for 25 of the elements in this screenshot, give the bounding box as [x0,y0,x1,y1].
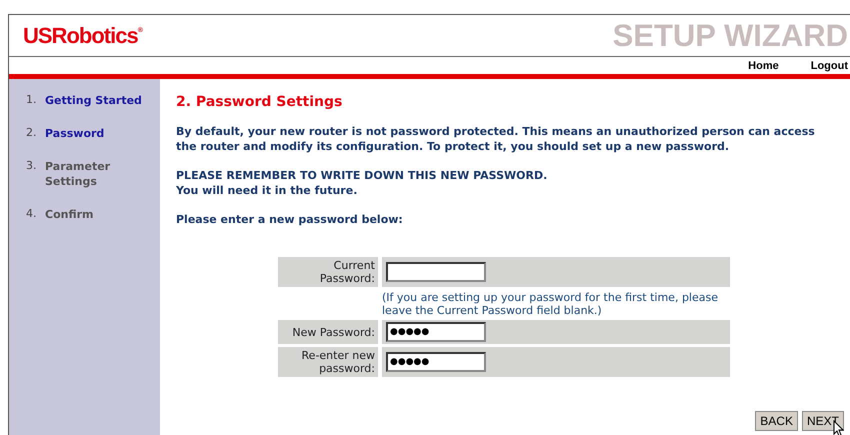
step-number: 4. [26,207,38,222]
step-link[interactable]: Getting Started [45,93,145,108]
page-title: 2. Password Settings [176,94,344,110]
reminder-text: PLEASE REMEMBER TO WRITE DOWN THIS NEW PASSWORD. [176,168,548,183]
prompt-text: Please enter a new password below: [176,212,404,227]
password-field[interactable] [386,262,486,282]
step-number: 3. [26,159,38,174]
nav-link[interactable]: Logout [810,60,848,72]
step-link: Confirm [45,207,95,222]
nav-button[interactable]: BACK [755,411,798,431]
field-label: New Password: [278,320,378,344]
intro-text: By default, your new router is not password protected. This means an unauthorized person can access the router and modify its configuration. To protect it, you should set up a new password. [176,124,816,154]
nav-link[interactable]: Home [748,60,779,72]
step-link: Parameter Settings [45,159,112,189]
field-label: Current Password: [278,257,378,287]
reminder-text: You will need it in the future. [176,183,358,198]
banner-title: SETUP WIZARD [612,18,848,54]
logo: USRobotics$^{®}$ [23,22,143,48]
step-link[interactable]: Password [45,126,145,141]
step-number: 2. [26,126,38,141]
password-field[interactable]: ●●●●● [386,322,486,342]
hint-text: (If you are setting up your password for the first time, please leave the Current Password field blank.) [382,290,719,317]
field-label: Re-enter new password: [278,347,378,377]
password-field[interactable]: ●●●●● [386,352,486,372]
step-number: 1. [26,93,38,108]
